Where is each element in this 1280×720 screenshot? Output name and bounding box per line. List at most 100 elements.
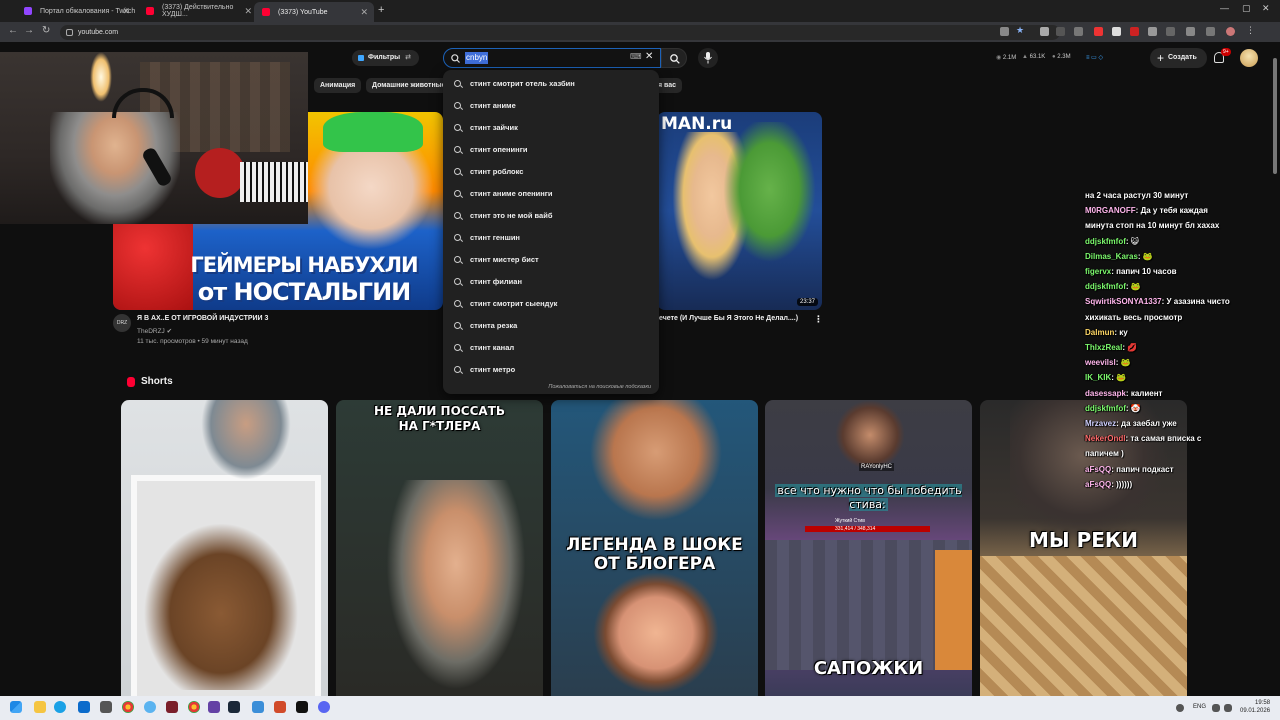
page-scrollbar[interactable]	[1273, 58, 1277, 174]
channel-name[interactable]: TheDRZJ ✔	[137, 327, 172, 335]
bookmark-star-icon[interactable]: ★	[1016, 25, 1025, 35]
wifi-icon[interactable]	[1212, 704, 1220, 712]
chrome-icon[interactable]	[188, 701, 200, 713]
app-icon[interactable]	[100, 701, 112, 713]
chat-username[interactable]: ddjskfmfof	[1085, 237, 1126, 246]
extension-icon[interactable]	[1056, 27, 1065, 36]
tray-icon[interactable]	[1176, 704, 1184, 712]
short-card[interactable]: ЛЕГЕНДА В ШОКЕ ОТ БЛОГЕРА	[551, 400, 758, 696]
chip-animation[interactable]: Анимация	[314, 78, 362, 93]
suggestion-item[interactable]: стинт канал	[443, 337, 659, 359]
chrome-icon[interactable]	[122, 701, 134, 713]
chat-username[interactable]: ThlxzReal	[1085, 343, 1122, 352]
suggestion-item[interactable]: стинт смотрит сыендук	[443, 293, 659, 315]
windows-start-icon[interactable]	[10, 701, 22, 713]
chat-username[interactable]: aFsQQ	[1085, 465, 1111, 474]
chip-pets[interactable]: Домашние животные	[366, 78, 452, 93]
app-icon[interactable]	[252, 701, 264, 713]
chat-username[interactable]: M0RGANOFF	[1085, 206, 1136, 215]
browser-tab-video[interactable]: (3373) Действительно ХУДШ... ✕	[138, 3, 258, 19]
chat-username[interactable]: weevilsl	[1085, 358, 1116, 367]
chat-username[interactable]: Mrzavez	[1085, 419, 1116, 428]
forward-button[interactable]: →	[24, 25, 34, 36]
site-info-icon[interactable]	[66, 29, 73, 36]
extensions-puzzle-icon[interactable]	[1186, 27, 1195, 36]
account-avatar[interactable]	[1240, 49, 1258, 67]
file-explorer-icon[interactable]	[34, 701, 46, 713]
chat-username[interactable]: dasessapk	[1085, 389, 1126, 398]
close-window-button[interactable]: ✕	[1262, 3, 1270, 14]
suggestion-item[interactable]: стинт геншин	[443, 227, 659, 249]
suggestion-item[interactable]: стинт роблокс	[443, 161, 659, 183]
back-button[interactable]: ←	[8, 25, 18, 36]
chat-username[interactable]: Dilmas_Karas	[1085, 252, 1138, 261]
suggestion-item[interactable]: стинт аниме	[443, 95, 659, 117]
app-icon[interactable]	[296, 701, 308, 713]
video-title[interactable]: Я В АХ..Е ОТ ИГРОВОЙ ИНДУСТРИИ 3	[137, 315, 268, 322]
volume-icon[interactable]	[1224, 704, 1232, 712]
extension-icon[interactable]	[1074, 27, 1083, 36]
chat-username[interactable]: ddjskfmfof	[1085, 404, 1126, 413]
cast-icon[interactable]	[1000, 27, 1009, 36]
suggestion-item[interactable]: стинт смотрит отель хазбин	[443, 73, 659, 95]
suggestion-item[interactable]: стинт опенинги	[443, 139, 659, 161]
profile-icon[interactable]	[1226, 27, 1235, 36]
extension-icon[interactable]	[1040, 27, 1049, 36]
system-clock[interactable]: 19:58 09.01.2026	[1240, 699, 1270, 715]
twitch-icon[interactable]	[208, 701, 220, 713]
close-tab-icon[interactable]: ✕	[360, 7, 368, 18]
reload-button[interactable]: ↻	[42, 25, 50, 36]
filters-button[interactable]: Фильтры ⇄	[352, 50, 419, 66]
chat-username[interactable]: IK_KIK	[1085, 373, 1111, 382]
report-suggestions-link[interactable]: Пожаловаться на поисковые подсказки	[548, 384, 651, 390]
suggestion-item[interactable]: стинт филиан	[443, 271, 659, 293]
close-tab-icon[interactable]: ✕	[122, 6, 130, 17]
chat-username[interactable]: figervx	[1085, 267, 1111, 276]
extension-icon[interactable]	[1148, 27, 1157, 36]
more-options-icon[interactable]: ⋮	[814, 314, 823, 325]
suggestion-item[interactable]: стинт метро	[443, 359, 659, 381]
video-title[interactable]: ечете (И Лучше Бы Я Этого Не Делал....)	[659, 315, 798, 322]
browser-tab-twitch[interactable]: Портал обжалования - Twitch ✕	[16, 3, 136, 19]
search-box[interactable]: cnbyn ⌨ ✕	[443, 48, 661, 68]
downloads-icon[interactable]	[1206, 27, 1215, 36]
short-card[interactable]: НЕ ДАЛИ ПОССАТЬ НА Г*ТЛЕРА	[336, 400, 543, 696]
discord-icon[interactable]	[318, 701, 330, 713]
minimize-button[interactable]: —	[1220, 3, 1229, 13]
video-thumbnail[interactable]: MAN.ru 23:37	[657, 112, 822, 310]
keyboard-icon[interactable]: ⌨	[630, 52, 642, 61]
app-icon[interactable]	[166, 701, 178, 713]
language-indicator[interactable]: ENG	[1193, 704, 1206, 710]
short-card[interactable]	[121, 400, 328, 696]
extension-icon[interactable]	[1130, 27, 1139, 36]
create-button[interactable]: + Создать	[1150, 48, 1207, 68]
suggestion-item[interactable]: стинт аниме опенинги	[443, 183, 659, 205]
chat-username[interactable]: SqwirtikSONYA1337	[1085, 297, 1162, 306]
settings-icon[interactable]	[78, 701, 90, 713]
extension-icon[interactable]: ≡ ▭ ◇	[1086, 54, 1103, 61]
search-input[interactable]: cnbyn	[465, 52, 489, 64]
suggestion-item[interactable]: стинт мистер бист	[443, 249, 659, 271]
steam-icon[interactable]	[228, 701, 240, 713]
extension-icon[interactable]	[1166, 27, 1175, 36]
voice-search-button[interactable]	[698, 48, 718, 68]
chat-username[interactable]: Dalmun	[1085, 328, 1114, 337]
app-icon[interactable]	[274, 701, 286, 713]
browser-tab-youtube[interactable]: (3373) YouTube ✕	[254, 2, 374, 22]
clear-search-icon[interactable]: ✕	[645, 51, 653, 62]
suggestion-item[interactable]: стинт это не мой вайб	[443, 205, 659, 227]
search-button[interactable]	[661, 48, 687, 68]
chat-username[interactable]: NekerOndl	[1085, 434, 1125, 443]
maximize-button[interactable]: ▢	[1242, 3, 1251, 14]
chat-username[interactable]: aFsQQ	[1085, 480, 1111, 489]
extension-icon[interactable]	[1094, 27, 1103, 36]
extension-icon[interactable]	[1112, 27, 1121, 36]
new-tab-button[interactable]: +	[378, 4, 384, 16]
suggestion-item[interactable]: стинта резка	[443, 315, 659, 337]
chat-username[interactable]: ddjskfmfof	[1085, 282, 1126, 291]
short-card[interactable]: RAYonlyHC все что нужно что бы победить …	[765, 400, 972, 696]
browser-icon[interactable]	[144, 701, 156, 713]
suggestion-item[interactable]: стинт зайчик	[443, 117, 659, 139]
edge-icon[interactable]	[54, 701, 66, 713]
address-bar[interactable]: youtube.com	[60, 25, 1060, 40]
